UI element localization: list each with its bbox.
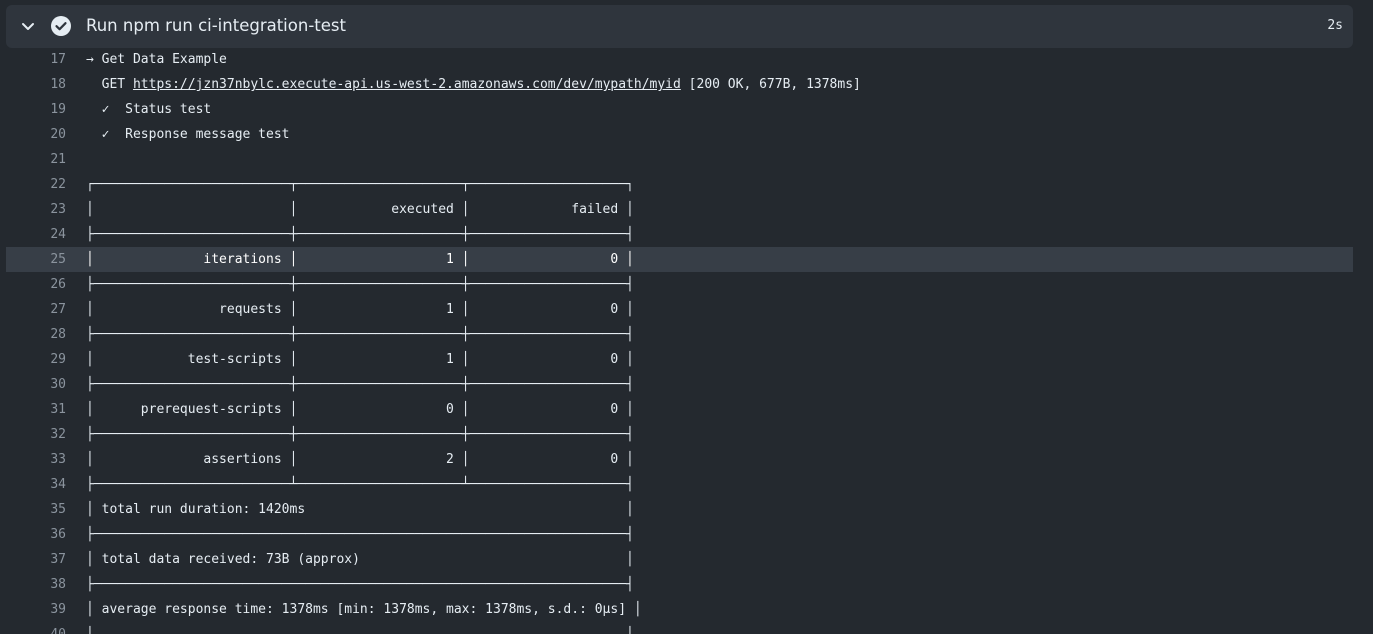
log-line-text: │ test-scripts │ 1 │ 0 │: [86, 352, 634, 367]
chevron-down-icon[interactable]: [20, 18, 36, 34]
log-line-text: ├─────────────────────────┼─────────────…: [86, 427, 634, 442]
log-line-text: ✓ Status test: [86, 102, 212, 117]
log-output: 17 → Get Data Example 18 GET https://jzn37…: [6, 47, 1353, 634]
log-line[interactable]: 36 ├─────────────────────────────────────…: [6, 522, 1353, 547]
line-number[interactable]: 31: [6, 397, 66, 422]
log-line[interactable]: 23 │ │ executed │ failed │: [6, 197, 1353, 222]
log-line[interactable]: 19 ✓ Status test: [6, 97, 1353, 122]
log-line-text: │ total run duration: 1420ms │: [86, 502, 634, 517]
step-title: Run npm run ci-integration-test: [86, 16, 346, 35]
line-number[interactable]: 33: [6, 447, 66, 472]
log-line-text: ├─────────────────────────┼─────────────…: [86, 327, 634, 342]
line-number[interactable]: 17: [6, 47, 66, 72]
log-line-text: │ assertions │ 2 │ 0 │: [86, 452, 634, 467]
step-header[interactable]: Run npm run ci-integration-test 2s: [6, 5, 1353, 48]
log-line-text: ├─────────────────────────┼─────────────…: [86, 227, 634, 242]
log-line-text: ├───────────────────────────────────────…: [86, 527, 634, 542]
log-line[interactable]: 24 ├─────────────────────────┼───────────…: [6, 222, 1353, 247]
line-number[interactable]: 23: [6, 197, 66, 222]
line-number[interactable]: 40: [6, 622, 66, 634]
check-circle-icon: [51, 16, 71, 36]
log-line-text: │ total data received: 73B (approx) │: [86, 552, 634, 567]
log-line-text: │ iterations │ 1 │ 0 │: [86, 252, 634, 267]
log-line[interactable]: 31 │ prerequest-scripts │ 0 │ 0 │: [6, 397, 1353, 422]
log-line[interactable]: 37 │ total data received: 73B (approx) │: [6, 547, 1353, 572]
step-duration: 2s: [1327, 18, 1343, 33]
log-line-text: │ │ executed │ failed │: [86, 202, 634, 217]
log-line[interactable]: 33 │ assertions │ 2 │ 0 │: [6, 447, 1353, 472]
log-line-text: ┌─────────────────────────┬─────────────…: [86, 177, 634, 192]
line-number[interactable]: 26: [6, 272, 66, 297]
line-number[interactable]: 22: [6, 172, 66, 197]
log-line[interactable]: 22 ┌─────────────────────────┬───────────…: [6, 172, 1353, 197]
log-line[interactable]: 27 │ requests │ 1 │ 0 │: [6, 297, 1353, 322]
line-number[interactable]: 38: [6, 572, 66, 597]
log-line[interactable]: 35 │ total run duration: 1420ms │: [6, 497, 1353, 522]
log-line-text: │ requests │ 1 │ 0 │: [86, 302, 634, 317]
log-line[interactable]: 30 ├─────────────────────────┼───────────…: [6, 372, 1353, 397]
line-number[interactable]: 29: [6, 347, 66, 372]
log-line[interactable]: 18 GET https://jzn37nbylc.execute-api.us…: [6, 72, 1353, 97]
log-line[interactable]: 26 ├─────────────────────────┼───────────…: [6, 272, 1353, 297]
log-line[interactable]: 25 │ iterations │ 1 │ 0 │: [6, 247, 1353, 272]
line-number[interactable]: 27: [6, 297, 66, 322]
line-number[interactable]: 35: [6, 497, 66, 522]
log-line[interactable]: 17 → Get Data Example: [6, 47, 1353, 72]
log-line[interactable]: 29 │ test-scripts │ 1 │ 0 │: [6, 347, 1353, 372]
log-line[interactable]: 28 ├─────────────────────────┼───────────…: [6, 322, 1353, 347]
line-number[interactable]: 36: [6, 522, 66, 547]
log-line[interactable]: 38 ├─────────────────────────────────────…: [6, 572, 1353, 597]
log-line-text: │ prerequest-scripts │ 0 │ 0 │: [86, 402, 634, 417]
log-line[interactable]: 39 │ average response time: 1378ms [min: …: [6, 597, 1353, 622]
request-url-link[interactable]: https://jzn37nbylc.execute-api.us-west-2…: [133, 77, 681, 92]
line-number[interactable]: 39: [6, 597, 66, 622]
log-line-text: ├───────────────────────────────────────…: [86, 577, 634, 592]
line-number[interactable]: 24: [6, 222, 66, 247]
line-number[interactable]: 20: [6, 122, 66, 147]
log-line-text: │ average response time: 1378ms [min: 13…: [86, 602, 642, 617]
log-text-suffix: [200 OK, 677B, 1378ms]: [680, 77, 861, 92]
log-line-text: ├─────────────────────────┼─────────────…: [86, 277, 634, 292]
log-line-text: GET https://jzn37nbylc.execute-api.us-we…: [86, 72, 861, 97]
log-line-text: ├─────────────────────────┴─────────────…: [86, 477, 634, 492]
line-number[interactable]: 19: [6, 97, 66, 122]
line-number[interactable]: 21: [6, 147, 66, 172]
log-line-text: ├─────────────────────────┼─────────────…: [86, 377, 634, 392]
log-line[interactable]: 20 ✓ Response message test: [6, 122, 1353, 147]
log-line[interactable]: 34 ├─────────────────────────┴───────────…: [6, 472, 1353, 497]
log-line-text: → Get Data Example: [86, 52, 227, 67]
line-number[interactable]: 37: [6, 547, 66, 572]
line-number[interactable]: 28: [6, 322, 66, 347]
log-line[interactable]: 40 │ │: [6, 622, 1353, 634]
log-line-text: │ │: [86, 622, 634, 634]
log-line-text: ✓ Response message test: [86, 127, 290, 142]
line-number[interactable]: 18: [6, 72, 66, 97]
line-number[interactable]: 30: [6, 372, 66, 397]
log-text-prefix: GET: [86, 77, 133, 92]
line-number[interactable]: 25: [6, 247, 66, 272]
log-line[interactable]: 32 ├─────────────────────────┼───────────…: [6, 422, 1353, 447]
log-line[interactable]: 21: [6, 147, 1353, 172]
line-number[interactable]: 32: [6, 422, 66, 447]
line-number[interactable]: 34: [6, 472, 66, 497]
